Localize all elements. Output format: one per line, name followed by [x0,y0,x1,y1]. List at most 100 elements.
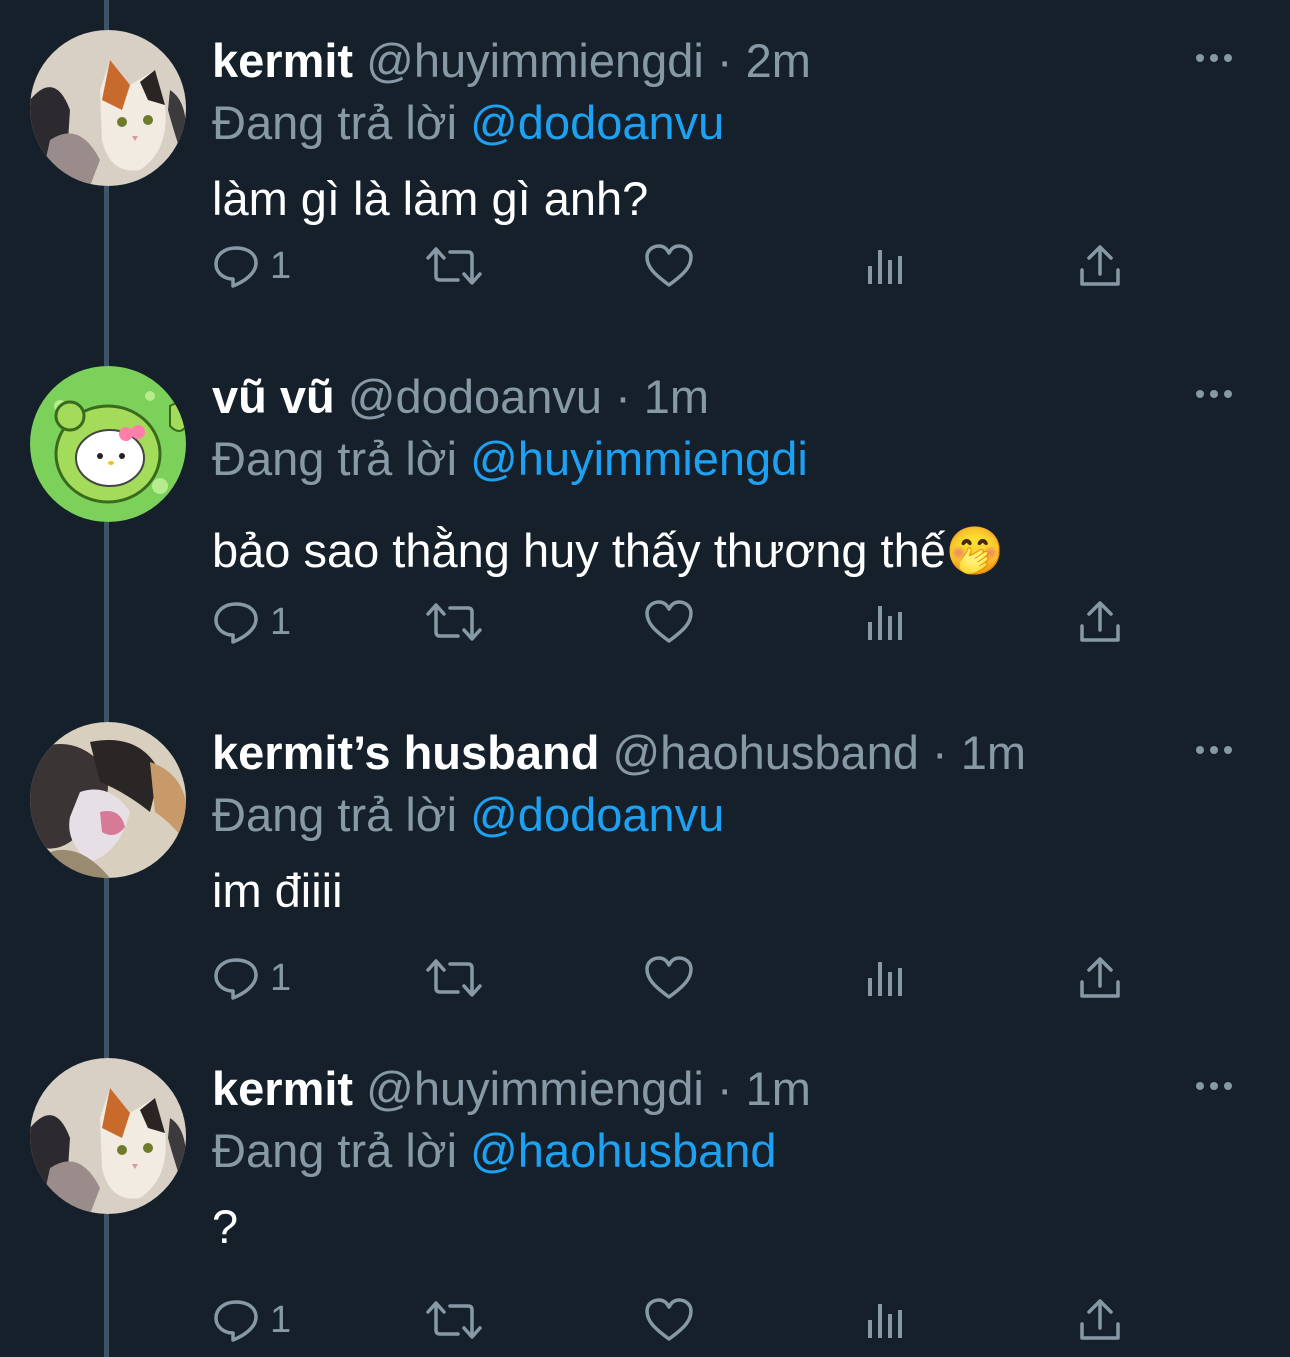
replying-to: Đang trả lời @huyimmiengdi [212,428,1250,490]
analytics-button[interactable] [864,948,908,1008]
more-options-icon[interactable] [1194,1076,1234,1096]
reply-count: 1 [270,1298,292,1341]
display-name[interactable]: vũ vũ [212,370,335,423]
user-handle[interactable]: @huyimmiengdi [366,1062,704,1115]
reply-button[interactable]: 1 [212,236,291,296]
retweet-button[interactable] [424,1290,484,1350]
tweet-content: kermit’s husband @haohusband · 1m Đang t… [212,722,1250,922]
user-handle[interactable]: @dodoanvu [348,370,602,423]
share-button[interactable] [1078,948,1122,1008]
mention-link[interactable]: @dodoanvu [470,788,724,841]
heart-icon [645,1298,693,1341]
separator-dot: · [716,1062,733,1115]
more-options-icon[interactable] [1194,48,1234,68]
display-name[interactable]: kermit [212,1062,353,1115]
heart-icon [645,956,693,999]
calico-cat-avatar [30,1058,186,1214]
avatar[interactable] [30,30,186,186]
tweet-header: vũ vũ @dodoanvu · 1m [212,366,1250,428]
calico-cat-avatar [30,30,186,186]
reply-icon [214,602,258,644]
reply-icon [214,1300,258,1342]
user-handle[interactable]: @haohusband [612,726,918,779]
user-handle[interactable]: @huyimmiengdi [366,34,704,87]
tweet[interactable]: vũ vũ @dodoanvu · 1m Đang trả lời @huyim… [0,336,1290,672]
tweet-content: kermit @huyimmiengdi · 1m Đang trả lời @… [212,1058,1250,1258]
tweet-timestamp[interactable]: 1m [961,726,1026,779]
like-button[interactable] [644,592,694,652]
analytics-button[interactable] [864,592,908,652]
tweet-text: im điiii [212,864,343,917]
tweet-actions: 1 [212,1290,1132,1350]
share-icon [1080,957,1120,998]
like-button[interactable] [644,948,694,1008]
share-icon [1080,601,1120,642]
tweet-text: bảo sao thằng huy thấy thương thế🤭 [212,524,1005,577]
display-name[interactable]: kermit’s husband [212,726,599,779]
reply-button[interactable]: 1 [212,1290,291,1350]
mention-link[interactable]: @huyimmiengdi [470,432,808,485]
tweet-header: kermit’s husband @haohusband · 1m [212,722,1250,784]
share-icon [1080,1299,1120,1340]
hello-kitty-frog-avatar [30,366,186,522]
analytics-icon [868,962,902,996]
reply-count: 1 [270,956,292,999]
avatar[interactable] [30,1058,186,1214]
avatar[interactable] [30,722,186,878]
tweet-text: làm gì là làm gì anh? [212,172,649,225]
tweet[interactable]: kermit @huyimmiengdi · 2m Đang trả lời @… [0,0,1290,336]
replying-to: Đang trả lời @haohusband [212,1120,1250,1182]
replying-to: Đang trả lời @dodoanvu [212,92,1250,154]
share-icon [1080,245,1120,286]
replying-prefix: Đang trả lời [212,96,458,149]
blurry-cat-avatar [30,722,186,878]
retweet-icon [426,603,482,641]
tweet-header: kermit @huyimmiengdi · 1m [212,1058,1250,1120]
heart-icon [645,600,693,643]
tweet-content: kermit @huyimmiengdi · 2m Đang trả lời @… [212,30,1250,230]
analytics-icon [868,250,902,284]
share-button[interactable] [1078,592,1122,652]
replying-prefix: Đang trả lời [212,1124,458,1177]
like-button[interactable] [644,236,694,296]
tweet-thread: kermit @huyimmiengdi · 2m Đang trả lời @… [0,0,1290,1357]
heart-icon [645,244,693,287]
tweet-actions: 1 [212,948,1132,1008]
avatar[interactable] [30,366,186,522]
tweet-actions: 1 [212,592,1132,652]
mention-link[interactable]: @haohusband [470,1124,776,1177]
analytics-button[interactable] [864,236,908,296]
share-button[interactable] [1078,236,1122,296]
retweet-icon [426,1301,482,1339]
tweet-timestamp[interactable]: 1m [644,370,709,423]
reply-count: 1 [270,600,292,643]
share-button[interactable] [1078,1290,1122,1350]
reply-icon [214,246,258,288]
separator-dot: · [932,726,948,779]
mention-link[interactable]: @dodoanvu [470,96,724,149]
tweet-content: vũ vũ @dodoanvu · 1m Đang trả lời @huyim… [212,366,1250,582]
retweet-button[interactable] [424,236,484,296]
retweet-button[interactable] [424,592,484,652]
tweet-text: ? [212,1200,239,1253]
reply-button[interactable]: 1 [212,948,291,1008]
tweet[interactable]: kermit’s husband @haohusband · 1m Đang t… [0,692,1290,1028]
reply-count: 1 [270,244,292,287]
like-button[interactable] [644,1290,694,1350]
analytics-button[interactable] [864,1290,908,1350]
replying-prefix: Đang trả lời [212,788,458,841]
tweet-timestamp[interactable]: 2m [746,34,811,87]
more-options-icon[interactable] [1194,740,1234,760]
tweet-actions: 1 [212,236,1132,296]
reply-icon [214,958,258,1000]
retweet-button[interactable] [424,948,484,1008]
tweet-timestamp[interactable]: 1m [746,1062,811,1115]
reply-button[interactable]: 1 [212,592,291,652]
retweet-icon [426,959,482,997]
analytics-icon [868,606,902,640]
tweet[interactable]: kermit @huyimmiengdi · 1m Đang trả lời @… [0,1028,1290,1357]
retweet-icon [426,247,482,285]
replying-prefix: Đang trả lời [212,432,458,485]
more-options-icon[interactable] [1194,384,1234,404]
display-name[interactable]: kermit [212,34,353,87]
